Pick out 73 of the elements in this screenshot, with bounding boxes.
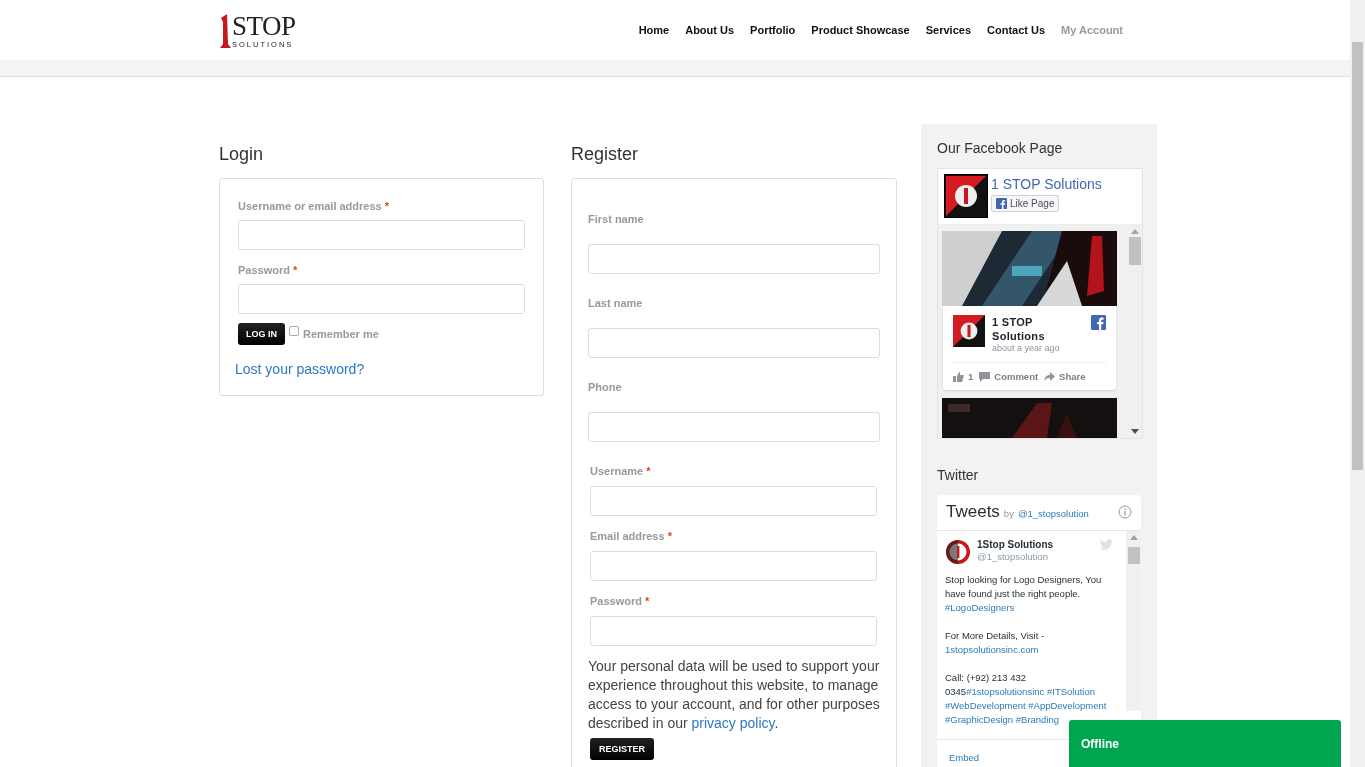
login-button[interactable]: LOG IN [238, 323, 285, 345]
share-link[interactable]: Share [1044, 371, 1086, 382]
hashtag-link[interactable]: #LogoDesigners [945, 602, 1015, 613]
nav-link[interactable]: Contact Us [987, 24, 1046, 36]
remember-label: Remember me [303, 328, 379, 340]
field-label: First name [588, 213, 645, 225]
logo-wordmark: STOP [232, 12, 296, 40]
input-field[interactable] [590, 616, 877, 646]
chat-status: Offline [1081, 736, 1119, 751]
tweet-author: 1Stop Solutions [977, 539, 1055, 550]
tweets-title: Tweets [946, 502, 1000, 522]
logo-icon [219, 14, 231, 48]
scrollbar[interactable] [1126, 531, 1141, 711]
page-avatar-icon [944, 174, 988, 218]
field-label: Email address * [590, 530, 673, 542]
page-avatar-icon [953, 315, 985, 347]
post-author: 1 STOP Solutions [992, 315, 1046, 343]
field-label: Password * [238, 264, 299, 276]
checkbox[interactable] [289, 326, 299, 336]
twitter-heading: Twitter [937, 466, 980, 484]
field-label: Username or email address * [238, 200, 391, 212]
register-heading: Register [571, 143, 640, 166]
handle-link[interactable]: @1_stopsolution [1017, 508, 1089, 519]
field-label: Username * [590, 465, 652, 477]
like-count[interactable]: 1 [953, 371, 974, 382]
input-field[interactable] [238, 220, 525, 250]
post-time: about a year ago [992, 343, 1061, 353]
field-label: Phone [588, 381, 623, 393]
profile-avatar-icon [945, 539, 971, 565]
facebook-icon [1091, 315, 1106, 330]
input-field[interactable] [238, 284, 525, 314]
input-field[interactable] [588, 328, 880, 358]
register-button[interactable]: REGISTER [590, 738, 654, 760]
embed-link[interactable]: Embed [949, 740, 980, 763]
input-field[interactable] [588, 244, 880, 274]
nav-link[interactable]: Product Showcase [811, 24, 910, 36]
comment-link[interactable]: Comment [979, 371, 1039, 382]
tweet-text: For More Details, Visit - 1stopsolutionsinc.com [945, 629, 1046, 657]
page-name-link[interactable]: 1 STOP Solutions [991, 176, 1102, 192]
info-icon[interactable] [1118, 505, 1132, 519]
hashtag-link[interactable]: #1stopsolutionsinc [966, 686, 1045, 697]
privacy-policy-link[interactable]: privacy policy [691, 715, 775, 731]
facebook-heading: Our Facebook Page [937, 139, 1064, 157]
hashtag-link[interactable]: #ITSolution [1046, 686, 1095, 697]
chat-widget[interactable]: Offline [1069, 720, 1341, 767]
input-field[interactable] [588, 412, 880, 442]
hashtag-link[interactable]: #Branding [1015, 714, 1060, 725]
page-scrollbar[interactable] [1350, 0, 1365, 767]
nav-link[interactable]: Portfolio [750, 24, 796, 36]
hashtag-link[interactable]: 1stopsolutionsinc.com [945, 644, 1039, 655]
like-page-button[interactable]: Like Page [991, 195, 1060, 212]
nav-link[interactable]: My Account [1061, 24, 1123, 36]
thumbs-up-icon [953, 371, 964, 382]
field-label: Last name [588, 297, 644, 309]
lost-password-link[interactable]: Lost your password? [235, 361, 365, 377]
speech-bubble-icon [979, 371, 991, 382]
nav-link[interactable]: Home [638, 24, 670, 36]
bird-icon [1100, 539, 1113, 550]
nav-link[interactable]: Services [925, 24, 971, 36]
hashtag-link[interactable]: #AppDevelopment [1028, 700, 1107, 711]
by-label: by [1003, 508, 1014, 519]
login-heading: Login [219, 143, 265, 166]
input-field[interactable] [590, 486, 877, 516]
tweet-handle: @1_stopsolution [977, 551, 1049, 562]
facebook-icon [996, 198, 1007, 209]
field-label: Password * [590, 595, 651, 607]
share-arrow-icon [1044, 371, 1056, 382]
input-field[interactable] [590, 551, 877, 581]
privacy-notice: Your personal data will be used to support your experience throughout this website, to manage access to your account, and for other purposes described in our privacy policy. [588, 657, 880, 733]
tweet-text: Stop looking for Logo Designers, You have found just the right people. #LogoDesigners [945, 573, 1103, 615]
hashtag-link[interactable]: #GraphicDesign [945, 714, 1014, 725]
hashtag-link[interactable]: #WebDevelopment [945, 700, 1026, 711]
nav-link[interactable]: About Us [685, 24, 735, 36]
